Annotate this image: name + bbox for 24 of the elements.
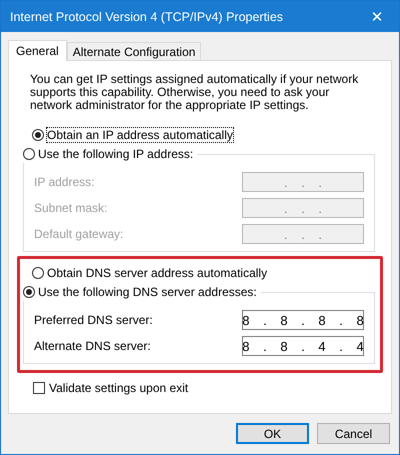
dialog-button[interactable]: OK [236,423,309,444]
close-button[interactable]: ✕ [355,1,399,32]
intro-text: You can get IP settings assigned automatically if your network supports this capability. Otherwise, you need to ask your network administrator for the appropriate IP settings. [30,73,360,112]
field-label: IP address: [34,175,94,189]
field-label: Default gateway: [34,227,124,241]
checkbox-option[interactable]: Validate settings upon exit [33,381,378,395]
tab[interactable]: Alternate Configuration [66,42,202,60]
radio-option[interactable]: Obtain an IP address automatically [32,126,377,144]
dialog-button[interactable]: Cancel [317,423,390,444]
radio-button-icon[interactable] [32,129,44,141]
radio-button-icon[interactable] [23,286,35,298]
tab[interactable]: General [8,40,67,61]
radio-button-icon[interactable] [23,148,35,160]
checkbox-icon[interactable] [33,382,45,394]
field-label: Alternate DNS server: [34,339,151,353]
radio-option[interactable]: Use the following IP address: [23,145,198,163]
ip-address-field[interactable]: 8 . 8 . 4 . 4 [242,336,364,356]
field-label: Preferred DNS server: [34,313,153,327]
radio-option[interactable]: Obtain DNS server address automatically [32,264,377,282]
window-title: Internet Protocol Version 4 (TCP/IPv4) Properties [10,10,284,24]
field-label: Subnet mask: [34,201,108,215]
radio-option[interactable]: Use the following DNS server addresses: [23,283,261,301]
ip-address-field[interactable]: 8 . 8 . 8 . 8 [242,310,364,330]
radio-button-icon[interactable] [32,267,44,279]
